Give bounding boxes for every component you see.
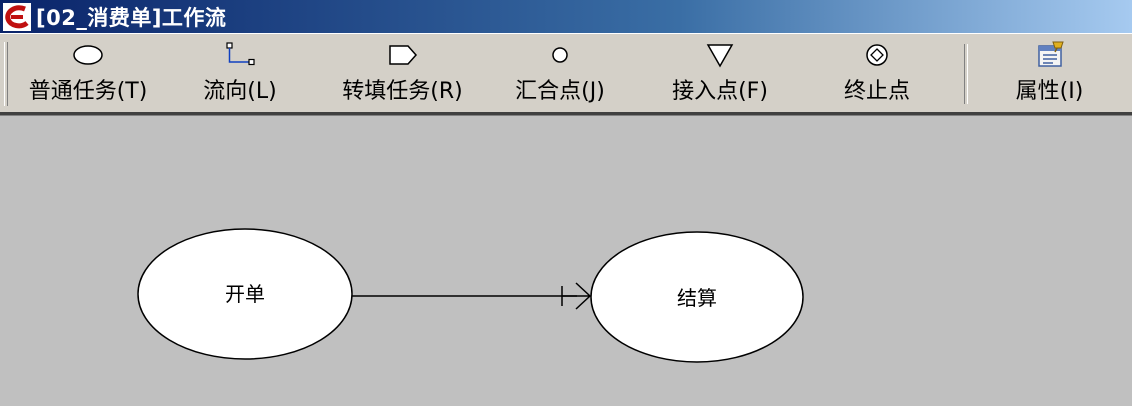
workflow-node-start[interactable]: 开单: [137, 228, 353, 360]
transfer-task-label: 转填任务(R): [342, 79, 463, 104]
toolbar-grip: [4, 42, 8, 106]
flow-label: 流向(L): [203, 79, 277, 104]
properties-icon: [1033, 40, 1067, 70]
toolbar-separator: [964, 44, 968, 104]
pentagon-tag-icon: [386, 40, 420, 70]
workflow-node-end[interactable]: 结算: [590, 231, 804, 363]
ellipse-icon: [71, 40, 105, 70]
app-logo-icon: [2, 2, 32, 32]
transfer-task-button[interactable]: 转填任务(R): [330, 40, 475, 108]
workflow-canvas[interactable]: 开单 结算: [0, 116, 1132, 406]
workflow-diagram: 开单 结算: [137, 228, 804, 363]
properties-label: 属性(I): [1015, 79, 1084, 104]
edge-arrowhead: [561, 282, 592, 310]
normal-task-label: 普通任务(T): [28, 79, 148, 104]
properties-button[interactable]: 属性(I): [992, 40, 1107, 108]
node-label-end: 结算: [677, 286, 717, 310]
window-title: [02_消费单]工作流: [36, 5, 227, 30]
end-point-button[interactable]: 终止点: [822, 40, 932, 108]
junction-label: 汇合点(J): [515, 79, 605, 104]
workflow-window: [02_消费单]工作流 普通任务(T) 流向(L) 转填任务(R) 汇合点(J)…: [0, 0, 1132, 406]
junction-button[interactable]: 汇合点(J): [500, 40, 620, 108]
normal-task-button[interactable]: 普通任务(T): [18, 40, 158, 108]
flow-button[interactable]: 流向(L): [180, 40, 300, 108]
node-label-start: 开单: [225, 282, 265, 306]
diamond-in-circle-icon: [864, 40, 890, 70]
entry-point-button[interactable]: 接入点(F): [655, 40, 785, 108]
end-point-label: 终止点: [843, 79, 910, 104]
entry-point-label: 接入点(F): [672, 79, 768, 104]
title-bar[interactable]: [02_消费单]工作流: [0, 0, 1132, 33]
small-circle-icon: [548, 40, 572, 70]
down-triangle-icon: [705, 40, 735, 70]
toolbar: 普通任务(T) 流向(L) 转填任务(R) 汇合点(J) 接入点(F) 终止点 …: [0, 33, 1132, 112]
flow-connector-icon: [223, 40, 257, 70]
flow-edge-start-to-end[interactable]: [351, 282, 592, 310]
